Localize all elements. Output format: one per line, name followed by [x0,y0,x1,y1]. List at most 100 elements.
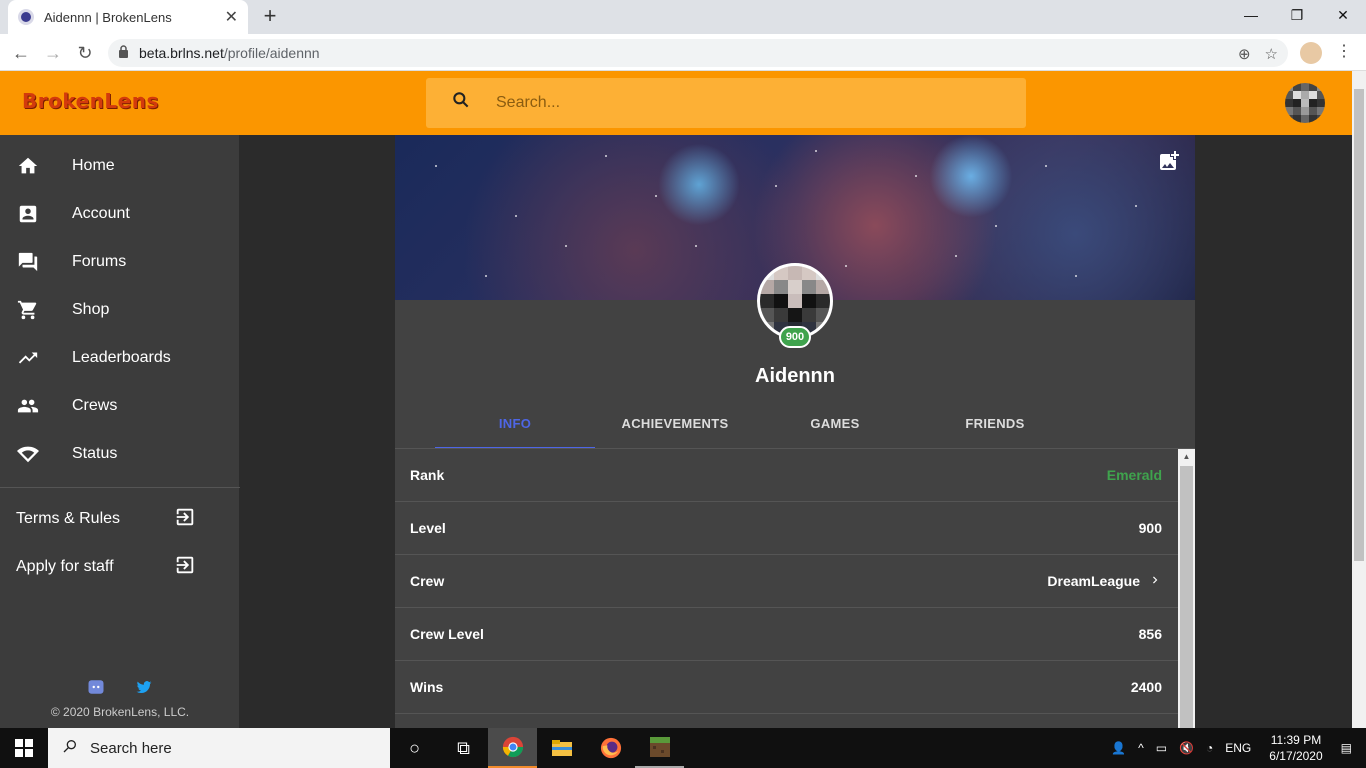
sidebar-item-home[interactable]: Home [0,142,239,190]
discord-icon[interactable] [87,678,105,701]
clock[interactable]: 11:39 PM 6/17/2020 [1269,732,1322,764]
bookmark-star-icon[interactable]: ☆ [1265,45,1278,63]
level-badge: 900 [779,326,811,348]
url-host: beta.brlns.net [139,45,224,61]
task-view-icon[interactable]: ⧉ [439,728,488,768]
browser-tab[interactable]: Aidennn | BrokenLens ✕ [8,0,248,34]
tab-friends[interactable]: FRIENDS [915,405,1075,449]
file-explorer-icon[interactable] [537,728,586,768]
terms-rules-link[interactable]: Terms & Rules [16,507,196,531]
sidebar-item-label: Crews [72,397,118,414]
main-content: 900 Aidennn INFO ACHIEVEMENTS GAMES FRIE… [240,135,1352,728]
browser-menu-icon[interactable]: ⋮ [1336,41,1352,61]
sidebar-item-label: Status [72,445,118,462]
people-icon [16,394,40,418]
account-icon [16,202,40,226]
apply-staff-link[interactable]: Apply for staff [16,555,196,579]
forward-icon[interactable]: → [40,40,66,66]
sidebar-item-label: Shop [72,301,110,318]
close-window-icon[interactable]: ✕ [1320,0,1366,30]
taskbar-search-placeholder: Search here [90,739,172,757]
taskbar-search[interactable]: Search here [48,728,390,768]
sidebar-item-account[interactable]: Account [0,190,239,238]
tab-info[interactable]: INFO [435,405,595,449]
reload-icon[interactable]: ↻ [72,40,98,66]
sidebar-item-label: Home [72,157,115,174]
info-label: Rank [410,467,445,483]
brokenlens-logo[interactable]: BrokenLens [22,89,159,113]
cortana-icon[interactable]: ○ [390,728,439,768]
signal-icon [16,442,40,466]
sidebar: Home Account Forums Shop Leaderboards Cr… [0,135,240,728]
scrollbar-thumb[interactable] [1180,466,1193,728]
profile-card: 900 Aidennn INFO ACHIEVEMENTS GAMES FRIE… [395,135,1195,728]
back-icon[interactable]: ← [8,40,34,66]
social-links [0,678,240,701]
info-row-wins: Wins 2400 [395,661,1178,714]
sidebar-item-leaderboards[interactable]: Leaderboards [0,334,239,382]
info-row-crew[interactable]: Crew DreamLeague [395,555,1178,608]
window-controls: — ❐ ✕ [1228,0,1366,30]
rank-value: Emerald [1106,467,1162,483]
clock-date: 6/17/2020 [1269,749,1323,763]
info-list: Rank Emerald Level 900 Crew DreamLeague … [395,449,1178,728]
info-label: Wins [410,679,444,695]
search-icon [426,90,496,116]
restore-icon[interactable]: ❐ [1274,0,1320,30]
firefox-icon[interactable] [586,728,635,768]
scroll-up-icon[interactable]: ▲ [1178,449,1195,465]
windows-taskbar: Search here ○ ⧉ 👤 ^ ▭ 🔇 ◔ ENG 11:39 PM 6… [0,728,1366,768]
search-input[interactable] [496,94,996,112]
tab-games[interactable]: GAMES [755,405,915,449]
sidebar-item-shop[interactable]: Shop [0,286,239,334]
profile-username: Aidennn [755,365,835,387]
minecraft-icon[interactable] [635,728,684,768]
show-hidden-icons-icon[interactable]: ^ [1138,741,1144,755]
info-label: Crew Level [410,626,484,642]
install-icon[interactable]: ⊕ [1238,45,1251,63]
crew-link[interactable]: DreamLeague [1047,573,1162,590]
minimize-icon[interactable]: — [1228,0,1274,30]
address-bar[interactable]: beta.brlns.net/profile/aidennn ⊕ ☆ [108,39,1288,67]
site-search[interactable] [426,78,1026,128]
lock-icon [118,45,129,61]
browser-toolbar: ← → ↻ beta.brlns.net/profile/aidennn ⊕ ☆… [0,34,1366,71]
page-scrollbar[interactable] [1352,71,1366,728]
page-scrollbar-thumb[interactable] [1354,89,1364,561]
sidebar-item-label: Leaderboards [72,349,171,366]
profile-tabs: INFO ACHIEVEMENTS GAMES FRIENDS [435,405,1155,449]
clock-time: 11:39 PM [1270,733,1322,747]
terms-rules-label: Terms & Rules [16,510,121,527]
close-tab-icon[interactable]: ✕ [225,7,238,27]
battery-icon[interactable]: ▭ [1156,741,1167,755]
url-path: /profile/aidennn [223,45,320,61]
network-icon[interactable]: ◔ [1206,741,1213,755]
sidebar-item-crews[interactable]: Crews [0,382,239,430]
app-header: BrokenLens [0,71,1352,135]
windows-start-icon[interactable] [0,728,48,768]
exit-to-app-icon [174,554,196,581]
notifications-icon[interactable]: ▤ [1341,741,1352,755]
home-icon [16,154,40,178]
people-icon[interactable]: 👤 [1111,741,1126,755]
sidebar-item-label: Account [72,205,130,222]
language-indicator[interactable]: ENG [1225,741,1251,755]
add-photo-icon[interactable] [1157,149,1181,178]
chrome-icon[interactable] [488,728,537,768]
twitter-icon[interactable] [135,678,153,701]
apply-staff-label: Apply for staff [16,558,114,575]
info-row-rank: Rank Emerald [395,449,1178,502]
sidebar-item-forums[interactable]: Forums [0,238,239,286]
sidebar-item-status[interactable]: Status [0,430,239,478]
info-value: 2400 [1130,679,1162,695]
forum-icon [16,250,40,274]
new-tab-icon[interactable]: + [258,4,282,28]
user-avatar[interactable] [1285,83,1325,123]
browser-tab-strip: Aidennn | BrokenLens ✕ + — ❐ ✕ [0,0,1366,34]
tab-title: Aidennn | BrokenLens [44,9,172,25]
chevron-right-icon [1148,573,1162,590]
volume-muted-icon[interactable]: 🔇 [1179,741,1194,755]
tab-achievements[interactable]: ACHIEVEMENTS [595,405,755,449]
browser-profile-avatar[interactable] [1300,42,1322,64]
info-scrollbar[interactable]: ▲ [1178,449,1195,728]
